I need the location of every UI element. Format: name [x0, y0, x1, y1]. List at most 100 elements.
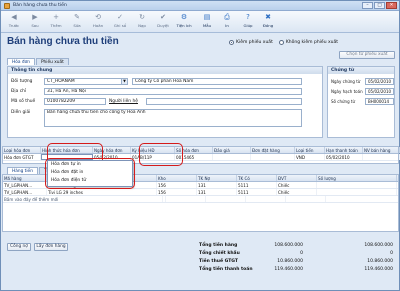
radio-dot[interactable]	[278, 40, 284, 45]
table-row[interactable]: TV_LGPHAN... Tivi LG 29 inches 156 131 5111 C…	[3, 189, 398, 196]
toolbar-button-5[interactable]: ✓ Ghi sổ	[111, 13, 129, 31]
toolbar-button-1[interactable]: ▶ Sau	[26, 13, 44, 31]
table-cell[interactable]	[363, 154, 400, 160]
tab-hang-tien[interactable]: Hàng tiền	[7, 167, 38, 174]
table-cell[interactable]	[166, 196, 206, 202]
total-payment-row: Tổng tiền thanh toán 119.460.000 119.460…	[199, 267, 395, 274]
close-button[interactable]: ✕	[386, 2, 397, 9]
toolbar-button-4[interactable]: ⟲ Hoãn	[89, 13, 107, 31]
radio-kiem-phieu-xuat[interactable]: Kiêm phiếu xuất	[229, 40, 273, 45]
table-cell[interactable]: Chiếc	[277, 182, 317, 188]
table-cell[interactable]: Chiếc	[277, 189, 317, 195]
table-cell[interactable]: TV_LGPHAN...	[3, 182, 47, 188]
column-header: Số lượng	[317, 175, 397, 181]
toolbar-icon: ▶	[32, 13, 38, 21]
page-title: Bán hàng chưa thu tiền	[7, 36, 119, 47]
get-order-button[interactable]: Lấy đơn hàng	[34, 243, 68, 251]
table-cell[interactable]: 131	[197, 189, 237, 195]
tab-phieu-xuat[interactable]: Phiếu xuất	[35, 58, 69, 65]
toolbar-icon: ◀	[11, 13, 17, 21]
description-field[interactable]: Bán hàng chưa thu tiền cho công ty Hoa A…	[44, 109, 302, 127]
toolbar-button-0[interactable]: ◀ Trước	[5, 13, 23, 31]
toolbar-label: Trước	[8, 23, 20, 28]
posting-date-field[interactable]: 05/02/2010	[365, 88, 394, 95]
toolbar-icon: ✎	[74, 13, 80, 21]
minimize-button[interactable]: –	[362, 2, 373, 9]
voucher-header: Chứng từ	[328, 67, 394, 74]
table-cell[interactable]: TV_LGPHAN...	[3, 189, 47, 195]
column-header: Đơn đặt hàng	[251, 147, 295, 153]
toolbar-icon: ?	[246, 13, 250, 21]
partner-code-field[interactable]: CT_HOANAM ▼	[44, 78, 128, 85]
partner-name-field[interactable]: Công ty Cổ phần Hoa Nam	[132, 78, 302, 85]
table-cell[interactable]	[317, 189, 397, 195]
table-cell[interactable]	[326, 196, 400, 202]
table-cell[interactable]: VND	[295, 154, 325, 160]
toolbar-label: Nạp	[138, 23, 146, 28]
table-cell[interactable]: Tivi LG 29 inches	[47, 189, 157, 195]
table-cell[interactable]: 156	[157, 182, 197, 188]
table-cell[interactable]	[286, 196, 326, 202]
address-field[interactable]: 31, Hà An, Hà Nội	[44, 88, 302, 95]
app-icon	[4, 3, 10, 9]
tax-code-field[interactable]: 0100782209	[44, 98, 106, 105]
column-header: Mã hàng	[3, 175, 47, 181]
table-cell[interactable]: 05/02/2010	[325, 154, 363, 160]
toolbar-button-12[interactable]: ✖ Đóng	[259, 13, 277, 31]
column-header: Đảo giá	[213, 147, 251, 153]
total-discount-row: Tổng chiết khấu 0 0	[199, 251, 395, 258]
table-cell[interactable]	[317, 182, 397, 188]
toolbar-label: Ghi sổ	[113, 23, 127, 28]
table-row[interactable]: Bấm vào đây để thêm mới	[3, 196, 398, 203]
general-info-panel: Thông tin chung Đối tượng CT_HOANAM ▼ Cô…	[7, 66, 323, 138]
table-cell[interactable]	[251, 154, 295, 160]
address-label: Địa chỉ	[11, 89, 27, 94]
tab-hoa-don[interactable]: Hóa đơn	[7, 58, 35, 65]
toolbar-label: Sửa	[73, 23, 81, 28]
toolbar-button-8[interactable]: ⚙ Tiện ích	[175, 13, 193, 31]
toolbar-icon: ▤	[203, 13, 211, 21]
table-cell[interactable]	[206, 196, 246, 202]
table-cell[interactable]: 131	[197, 182, 237, 188]
contact-field[interactable]	[146, 98, 302, 105]
total-vat-value: 10.860.000	[277, 259, 303, 264]
toolbar-label: Sau	[31, 23, 39, 28]
toolbar-button-10[interactable]: ⎙ In	[218, 13, 236, 31]
toolbar-button-11[interactable]: ? Giúp	[239, 13, 257, 31]
toolbar-label: Tiện ích	[176, 23, 192, 28]
table-cell[interactable]	[213, 154, 251, 160]
toolbar-button-3[interactable]: ✎ Sửa	[68, 13, 86, 31]
contact-label[interactable]: Người liên hệ	[109, 99, 138, 104]
voucher-number-field[interactable]: BH000014	[365, 98, 394, 105]
column-header: Hạn thanh toán	[325, 147, 363, 153]
select-from-delivery-button[interactable]: Chọn từ phiếu xuất	[339, 51, 395, 59]
table-cell[interactable]: Hóa đơn GTGT	[3, 154, 41, 160]
radio-dot-selected[interactable]	[229, 40, 234, 45]
table-cell[interactable]: Bấm vào đây để thêm mới	[3, 196, 163, 202]
window-title: Bán hàng chưa thu tiền	[13, 3, 67, 8]
column-header: ĐVT	[277, 175, 317, 181]
column-header: Loại hóa đơn	[3, 147, 41, 153]
radio-label: Không kiêm phiếu xuất	[285, 40, 339, 45]
table-cell[interactable]: 156	[157, 189, 197, 195]
toolbar-button-7[interactable]: ✔ Duyệt	[154, 13, 172, 31]
toolbar-button-9[interactable]: ▤ Mẫu	[198, 13, 216, 31]
column-header: TK Nợ	[197, 175, 237, 181]
toolbar-icon: ✔	[160, 13, 166, 21]
tax-code-label: Mã số thuế	[11, 99, 36, 104]
chevron-down-icon[interactable]: ▼	[121, 79, 127, 84]
radio-khong-kiem-phieu-xuat[interactable]: Không kiêm phiếu xuất	[278, 40, 339, 45]
toolbar-button-6[interactable]: ↻ Nạp	[133, 13, 151, 31]
table-cell[interactable]: 5111	[237, 182, 277, 188]
total-goods-value: 108.600.000	[274, 243, 303, 248]
toolbar-label: Giúp	[243, 23, 253, 28]
toolbar-button-2[interactable]: + Thêm	[47, 13, 65, 31]
table-cell[interactable]	[246, 196, 286, 202]
total-goods-row: Tổng tiền hàng 108.600.000 108.600.000	[199, 243, 395, 250]
debt-button[interactable]: Công nợ	[7, 243, 31, 251]
voucher-date-field[interactable]: 05/02/2010	[365, 78, 394, 85]
total-vat-value-2: 10.860.000	[367, 259, 393, 264]
toolbar-icon: ✖	[265, 13, 271, 21]
maximize-button[interactable]: □	[374, 2, 385, 9]
table-cell[interactable]: 5111	[237, 189, 277, 195]
